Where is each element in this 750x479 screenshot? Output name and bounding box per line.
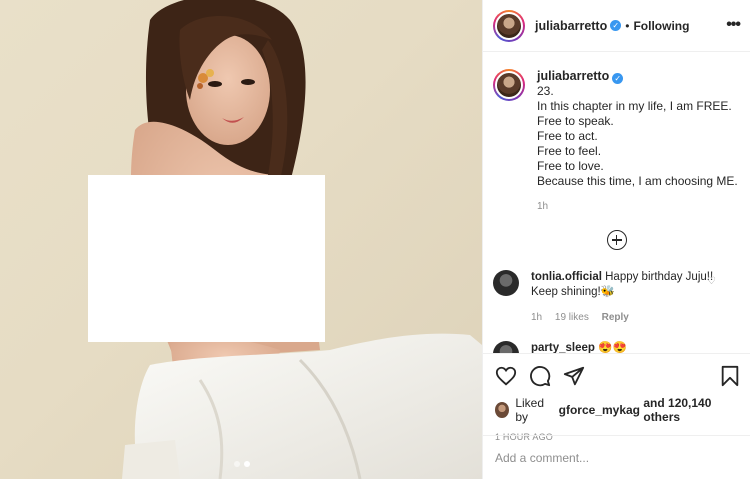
comment: tonlia.official Happy birthday Juju!! Ke…	[493, 270, 740, 325]
author-username[interactable]: juliabarretto	[535, 19, 607, 33]
comment-like-icon[interactable]: ♡	[707, 276, 716, 287]
caption-line: 23.	[537, 84, 554, 98]
caption-line: Because this time, I am choosing ME.	[537, 174, 738, 188]
commenter-avatar[interactable]	[493, 270, 519, 296]
heart-icon[interactable]	[495, 365, 517, 387]
caption-time: 1h	[537, 201, 549, 212]
verified-icon: ✓	[610, 20, 622, 31]
commenter-avatar[interactable]	[493, 341, 519, 353]
following-button[interactable]: Following	[633, 19, 689, 33]
carousel-dot-active	[244, 461, 250, 467]
likes-prefix: Liked by	[515, 396, 544, 424]
comment-input[interactable]	[495, 450, 738, 465]
likes-summary: Liked by gforce_mykag and 120,140 others	[495, 396, 740, 424]
post-actions: Liked by gforce_mykag and 120,140 others…	[483, 353, 750, 442]
post-panel: juliabarretto ✓ • Following ••• juliabar…	[482, 0, 750, 479]
comments-section[interactable]: juliabarretto ✓ 23. In this chapter in my…	[483, 53, 750, 353]
share-icon[interactable]	[563, 365, 585, 387]
commenter-username[interactable]: tonlia.official	[531, 271, 602, 283]
caption-avatar[interactable]	[493, 69, 525, 101]
caption-line: In this chapter in my life, I am FREE.	[537, 99, 732, 113]
caption-line: Free to speak.	[537, 114, 614, 128]
add-comment-bar	[483, 435, 750, 479]
comment-time: 1h	[531, 312, 543, 323]
liker-username[interactable]: gforce_mykag	[559, 403, 640, 417]
comment-likes[interactable]: 19 likes	[555, 312, 589, 323]
caption-line: Free to love.	[537, 159, 604, 173]
post-header: juliabarretto ✓ • Following •••	[483, 0, 750, 52]
reply-button[interactable]: Reply	[602, 312, 629, 323]
comment: party_sleep 😍😍	[493, 341, 740, 353]
load-more-comments[interactable]	[493, 230, 740, 250]
comment-text: 😍😍	[598, 342, 627, 353]
separator-dot: •	[625, 18, 630, 33]
caption: juliabarretto ✓ 23. In this chapter in my…	[493, 69, 740, 214]
likes-count[interactable]: and 120,140 others	[643, 396, 740, 424]
author-avatar[interactable]	[493, 9, 525, 42]
liker-avatar[interactable]	[495, 402, 510, 418]
caption-line: Free to feel.	[537, 144, 602, 158]
post-media[interactable]	[0, 0, 482, 479]
caption-line: Free to act.	[537, 129, 598, 143]
redaction-box	[88, 175, 325, 342]
bookmark-icon[interactable]	[720, 365, 740, 387]
caption-username[interactable]: juliabarretto	[537, 69, 609, 83]
verified-icon: ✓	[612, 73, 624, 84]
plus-circle-icon[interactable]	[606, 230, 627, 250]
comment-meta: 1h 19 likes Reply	[531, 310, 731, 325]
commenter-username[interactable]: party_sleep	[531, 342, 595, 353]
carousel-indicator	[234, 461, 250, 467]
comment-icon[interactable]	[529, 365, 551, 387]
carousel-dot	[234, 461, 240, 467]
more-options-icon[interactable]: •••	[726, 16, 741, 34]
